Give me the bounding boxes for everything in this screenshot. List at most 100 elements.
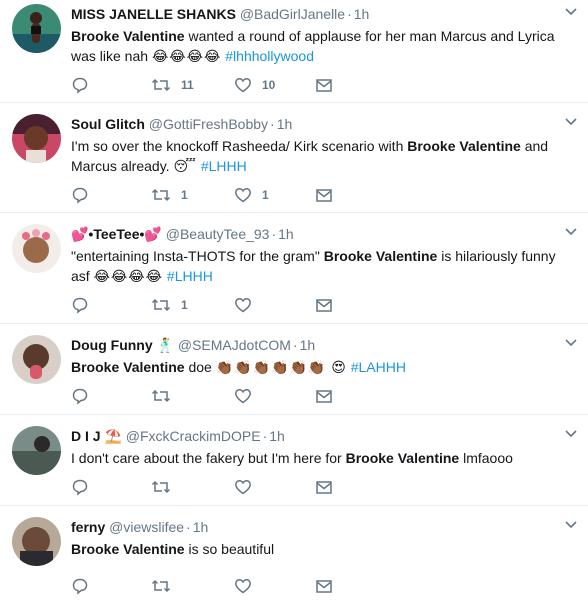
avatar[interactable] (12, 517, 61, 566)
fullname[interactable]: ferny (71, 519, 105, 535)
tweet-actions: 1 (71, 294, 578, 320)
handle[interactable]: @viewslifee (109, 519, 184, 535)
handle[interactable]: @FxckCrackimDOPE (126, 428, 261, 444)
tweet[interactable]: D I J ⛱️ @FxckCrackimDOPE · 1h I don't car… (0, 415, 588, 506)
fullname[interactable]: Doug Funny 🕺 (71, 337, 174, 353)
retweet-button[interactable] (151, 575, 181, 597)
heart-icon (235, 579, 251, 594)
tweet-text: "entertaining Insta-THOTS for the gram" … (71, 246, 578, 286)
retweet-button[interactable] (151, 385, 181, 407)
retweet-icon (151, 389, 171, 403)
avatar[interactable] (12, 114, 61, 163)
fullname[interactable]: MISS JANELLE SHANKS (71, 6, 236, 22)
reply-button[interactable] (71, 575, 89, 597)
avatar[interactable] (12, 4, 61, 53)
direct-message-button[interactable] (315, 385, 333, 407)
tweet-text-body: doe (184, 359, 216, 375)
fullname[interactable]: Soul Glitch (71, 116, 145, 132)
direct-message-button[interactable] (315, 74, 333, 96)
reply-icon (72, 187, 88, 204)
highlighted-term: Brooke Valentine (71, 541, 185, 557)
like-button[interactable]: 10 (234, 74, 275, 96)
tweet[interactable]: ferny @viewslifee · 1h Brooke Valentine is… (0, 506, 588, 598)
hashtag-link[interactable]: #LHHH (201, 158, 247, 174)
retweet-count: 11 (181, 78, 194, 92)
like-button[interactable] (234, 575, 262, 597)
timeline: MISS JANELLE SHANKS @BadGirlJanelle · 1h B… (0, 0, 588, 598)
retweet-button[interactable]: 11 (151, 74, 194, 96)
reply-button[interactable] (71, 74, 89, 96)
reply-button[interactable] (71, 385, 89, 407)
separator-dot: · (347, 6, 352, 22)
tweet[interactable]: Doug Funny 🕺 @SEMAJdotCOM · 1h Brooke Vale… (0, 324, 588, 415)
chevron-down-icon[interactable] (564, 429, 578, 439)
fullname[interactable]: 💕•TeeTee•💕 (71, 226, 162, 242)
fullname[interactable]: D I J ⛱️ (71, 428, 122, 444)
reply-button[interactable] (71, 294, 89, 316)
avatar[interactable] (12, 335, 61, 384)
separator-dot: · (271, 226, 277, 242)
handle[interactable]: @SEMAJdotCOM (178, 337, 291, 353)
timestamp[interactable]: 1h (278, 226, 294, 242)
chevron-down-icon[interactable] (564, 338, 578, 348)
reply-icon (72, 479, 88, 496)
handle[interactable]: @BeautyTee_93 (166, 226, 270, 242)
emoji: 👏🏾👏🏾👏🏾👏🏾👏🏾👏🏾 😍 (215, 359, 347, 375)
envelope-icon (316, 580, 332, 593)
reply-button[interactable] (71, 184, 89, 206)
tweet-text: Brooke Valentine is so beautiful (71, 539, 578, 559)
reply-icon (72, 578, 88, 595)
emoji: 😂😂😂😂 (93, 268, 164, 284)
avatar[interactable] (12, 224, 61, 273)
chevron-down-icon[interactable] (564, 7, 578, 17)
timestamp[interactable]: 1h (277, 116, 293, 132)
timestamp[interactable]: 1h (269, 428, 285, 444)
envelope-icon (316, 481, 332, 494)
direct-message-button[interactable] (315, 476, 333, 498)
tweet-actions (71, 575, 578, 601)
like-button[interactable] (234, 294, 262, 316)
envelope-icon (316, 390, 332, 403)
direct-message-button[interactable] (315, 184, 333, 206)
highlighted-term: Brooke Valentine (71, 28, 185, 44)
envelope-icon (316, 299, 332, 312)
direct-message-button[interactable] (315, 575, 333, 597)
tweet-text: I'm so over the knockoff Rasheeda/ Kirk … (71, 136, 578, 176)
separator-dot: · (292, 337, 298, 353)
retweet-button[interactable]: 1 (151, 184, 188, 206)
tweet[interactable]: 💕•TeeTee•💕 @BeautyTee_93 · 1h "entertainin… (0, 213, 588, 324)
hashtag-link[interactable]: #LHHH (167, 268, 213, 284)
tweet-text-body: I don't care about the fakery but I'm he… (71, 450, 346, 466)
timestamp[interactable]: 1h (193, 519, 209, 535)
direct-message-button[interactable] (315, 294, 333, 316)
tweet[interactable]: Soul Glitch @GottiFreshBobby · 1h I'm so o… (0, 103, 588, 213)
retweet-icon (151, 480, 171, 494)
like-count: 1 (262, 188, 269, 202)
timestamp[interactable]: 1h (354, 6, 370, 22)
retweet-button[interactable]: 1 (151, 294, 188, 316)
handle[interactable]: @GottiFreshBobby (149, 116, 268, 132)
reply-button[interactable] (71, 476, 89, 498)
chevron-down-icon[interactable] (564, 520, 578, 530)
like-button[interactable] (234, 385, 262, 407)
tweet-text: Brooke Valentine doe 👏🏾👏🏾👏🏾👏🏾👏🏾👏🏾 😍 #LAH… (71, 357, 578, 377)
retweet-button[interactable] (151, 476, 181, 498)
timestamp[interactable]: 1h (300, 337, 316, 353)
avatar[interactable] (12, 426, 61, 475)
reply-icon (72, 388, 88, 405)
tweet-text: I don't care about the fakery but I'm he… (71, 448, 578, 468)
emoji: 😴 (173, 158, 197, 174)
retweet-count: 1 (181, 298, 188, 312)
tweet[interactable]: MISS JANELLE SHANKS @BadGirlJanelle · 1h B… (0, 0, 588, 103)
highlighted-term: Brooke Valentine (407, 138, 521, 154)
handle[interactable]: @BadGirlJanelle (240, 6, 345, 22)
chevron-down-icon[interactable] (564, 227, 578, 237)
hashtag-link[interactable]: #lhhhollywood (225, 48, 314, 64)
like-button[interactable]: 1 (234, 184, 269, 206)
tweet-header: Doug Funny 🕺 @SEMAJdotCOM · 1h (71, 335, 578, 355)
hashtag-link[interactable]: #LAHHH (351, 359, 406, 375)
retweet-icon (151, 78, 171, 92)
highlighted-term: Brooke Valentine (71, 359, 185, 375)
chevron-down-icon[interactable] (564, 117, 578, 127)
like-button[interactable] (234, 476, 262, 498)
